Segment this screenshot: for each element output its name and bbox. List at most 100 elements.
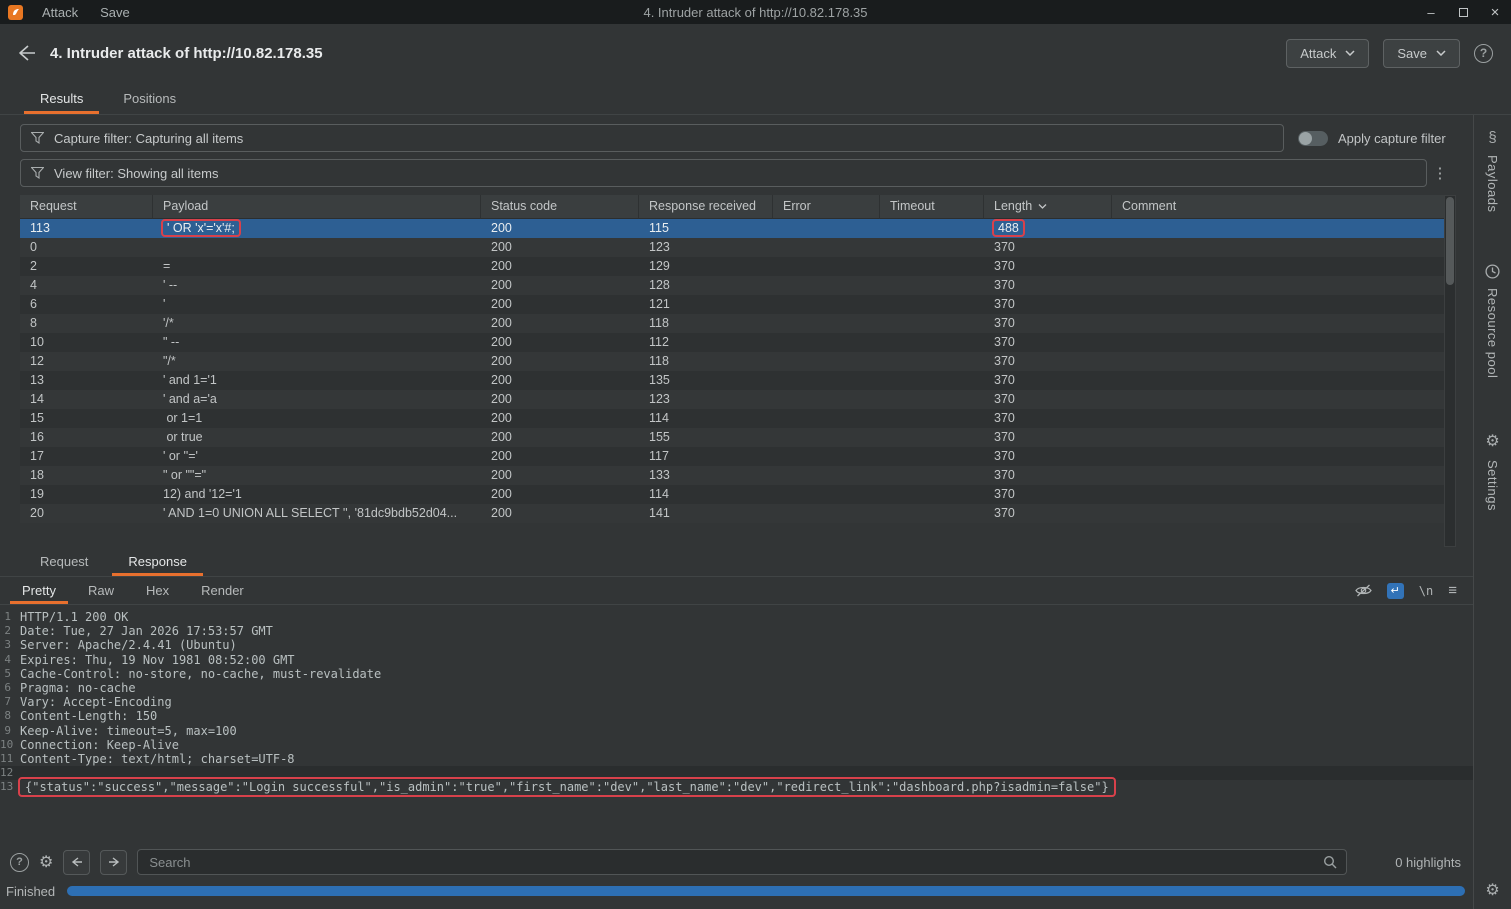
cell-length: 370	[984, 485, 1112, 504]
col-status-code[interactable]: Status code	[481, 195, 639, 219]
table-row[interactable]: 4 ' -- 200 128 370	[20, 276, 1444, 295]
cell-status-code: 200	[481, 257, 639, 276]
scrollbar-thumb[interactable]	[1446, 197, 1454, 285]
save-button-label: Save	[1397, 46, 1427, 61]
search-input[interactable]	[147, 854, 1323, 871]
cell-payload: " or ""="	[153, 466, 481, 485]
col-timeout[interactable]: Timeout	[880, 195, 984, 219]
cell-length: 370	[984, 276, 1112, 295]
cell-payload: ' and 1='1	[153, 371, 481, 390]
table-row[interactable]: 13 ' and 1='1 200 135 370	[20, 371, 1444, 390]
sidebar-item-label: Resource pool	[1485, 288, 1500, 378]
cell-timeout	[880, 333, 984, 352]
sidebar-item-resource-pool[interactable]: Resource pool	[1485, 264, 1500, 378]
cell-response-received: 118	[639, 314, 773, 333]
code-line: 8Content-Length: 150	[0, 709, 1473, 723]
back-arrow-icon[interactable]	[18, 45, 36, 61]
tab-request[interactable]: Request	[20, 547, 108, 576]
tab-hex[interactable]: Hex	[130, 577, 185, 604]
cell-comment	[1112, 466, 1444, 485]
search-icon[interactable]	[1323, 855, 1337, 869]
table-row[interactable]: 17 ' or ''=' 200 117 370	[20, 447, 1444, 466]
attack-button-label: Attack	[1300, 46, 1336, 61]
col-length[interactable]: Length	[984, 195, 1112, 219]
table-row[interactable]: 2 = 200 129 370	[20, 257, 1444, 276]
col-response-received[interactable]: Response received	[639, 195, 773, 219]
table-row[interactable]: 14 ' and a='a 200 123 370	[20, 390, 1444, 409]
sidebar-item-payloads[interactable]: § Payloads	[1485, 129, 1500, 212]
cell-payload: ' OR 'x'='x'#;	[153, 219, 481, 238]
close-button[interactable]: ×	[1479, 0, 1511, 24]
col-comment[interactable]: Comment	[1112, 195, 1444, 219]
table-row[interactable]: 6 ' 200 121 370	[20, 295, 1444, 314]
save-button[interactable]: Save	[1383, 39, 1460, 68]
sidebar-item-settings[interactable]: ⚙ Settings	[1485, 431, 1500, 511]
tab-raw[interactable]: Raw	[72, 577, 130, 604]
cell-payload	[153, 238, 481, 257]
message-tab-bar: Request Response	[0, 547, 1473, 577]
word-wrap-icon[interactable]: ↵	[1387, 583, 1404, 599]
table-scrollbar[interactable]	[1444, 195, 1456, 547]
cell-request: 113	[20, 219, 153, 238]
table-row[interactable]: 0 200 123 370	[20, 238, 1444, 257]
cell-length: 370	[984, 371, 1112, 390]
menu-save[interactable]: Save	[91, 3, 139, 22]
cell-length: 370	[984, 257, 1112, 276]
table-row[interactable]: 18 " or ""=" 200 133 370	[20, 466, 1444, 485]
table-row[interactable]: 15 or 1=1 200 114 370	[20, 409, 1444, 428]
col-error[interactable]: Error	[773, 195, 880, 219]
next-match-button[interactable]	[100, 850, 127, 875]
show-newlines-icon[interactable]: \n	[1419, 584, 1433, 598]
table-row[interactable]: 16 or true 200 155 370	[20, 428, 1444, 447]
sort-chevron-icon	[1038, 204, 1047, 209]
table-row[interactable]: 8 '/* 200 118 370	[20, 314, 1444, 333]
view-filter-bar[interactable]: View filter: Showing all items	[20, 159, 1427, 187]
minimize-button[interactable]: –	[1415, 0, 1447, 24]
view-filter-menu-icon[interactable]: ⋮	[1427, 164, 1453, 182]
tab-results[interactable]: Results	[20, 82, 103, 114]
editor-menu-icon[interactable]: ≡	[1448, 582, 1457, 599]
table-row[interactable]: 20 ' AND 1=0 UNION ALL SELECT '', '81dc9…	[20, 504, 1444, 523]
table-row[interactable]: 113 ' OR 'x'='x'#; 200 115 488	[20, 219, 1444, 238]
response-editor[interactable]: 1HTTP/1.1 200 OK2Date: Tue, 27 Jan 2026 …	[0, 605, 1473, 843]
cell-length: 370	[984, 390, 1112, 409]
table-row[interactable]: 10 " -- 200 112 370	[20, 333, 1444, 352]
search-field[interactable]	[137, 849, 1347, 875]
search-settings-gear-icon[interactable]: ⚙	[39, 852, 53, 872]
tab-response[interactable]: Response	[108, 547, 207, 576]
cell-length: 370	[984, 314, 1112, 333]
cell-status-code: 200	[481, 314, 639, 333]
table-row[interactable]: 12 "/* 200 118 370	[20, 352, 1444, 371]
cell-error	[773, 390, 880, 409]
search-help-icon[interactable]: ?	[10, 853, 29, 872]
attack-button[interactable]: Attack	[1286, 39, 1369, 68]
cell-request: 8	[20, 314, 153, 333]
maximize-button[interactable]	[1447, 0, 1479, 24]
capture-filter-bar[interactable]: Capture filter: Capturing all items	[20, 124, 1284, 152]
cell-response-received: 141	[639, 504, 773, 523]
help-icon[interactable]: ?	[1474, 44, 1493, 63]
cell-status-code: 200	[481, 276, 639, 295]
hide-highlights-icon[interactable]	[1355, 584, 1372, 597]
tab-pretty[interactable]: Pretty	[6, 577, 72, 604]
cell-timeout	[880, 409, 984, 428]
tab-render[interactable]: Render	[185, 577, 260, 604]
global-settings-gear-icon[interactable]: ⚙	[1485, 880, 1499, 900]
cell-status-code: 200	[481, 333, 639, 352]
table-row[interactable]: 19 12) and '12='1 200 114 370	[20, 485, 1444, 504]
menu-attack[interactable]: Attack	[33, 3, 87, 22]
cell-timeout	[880, 219, 984, 238]
apply-capture-filter-toggle[interactable]	[1298, 131, 1328, 146]
col-payload[interactable]: Payload	[153, 195, 481, 219]
attack-status-label: Finished	[6, 884, 55, 899]
editor-tab-bar: Pretty Raw Hex Render ↵ \n ≡	[0, 577, 1473, 605]
previous-match-button[interactable]	[63, 850, 90, 875]
col-request[interactable]: Request	[20, 195, 153, 219]
cell-comment	[1112, 276, 1444, 295]
tab-positions[interactable]: Positions	[103, 82, 196, 114]
cell-status-code: 200	[481, 428, 639, 447]
cell-comment	[1112, 428, 1444, 447]
cell-status-code: 200	[481, 504, 639, 523]
cell-request: 10	[20, 333, 153, 352]
table-header-row: Request Payload Status code Response rec…	[20, 195, 1444, 219]
